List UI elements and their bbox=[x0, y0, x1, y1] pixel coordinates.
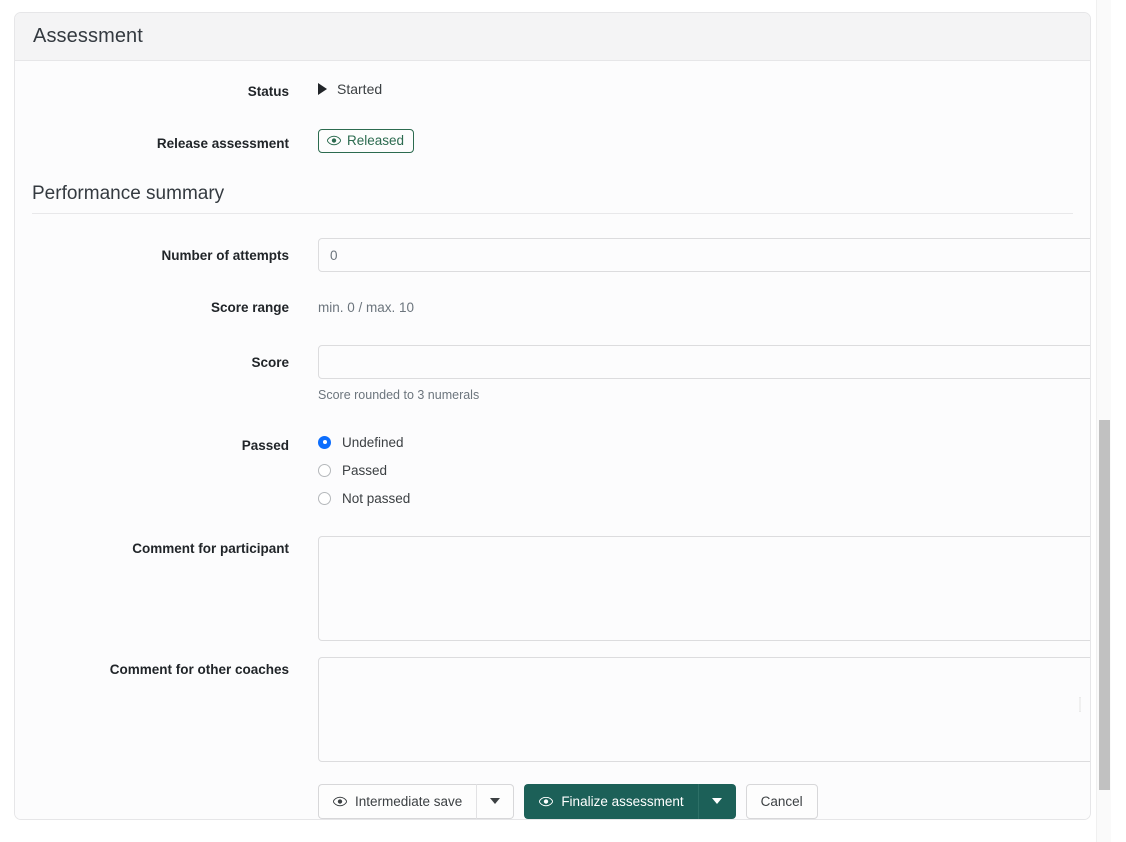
release-assessment-field: Released bbox=[289, 129, 1090, 154]
intermediate-save-dropdown-toggle[interactable] bbox=[476, 784, 514, 819]
eye-icon bbox=[327, 135, 341, 146]
score-range-row: Score range min. 0 / max. 10 bbox=[15, 299, 1090, 317]
comment-for-participant-label: Comment for participant bbox=[15, 536, 289, 558]
comment-for-participant-textarea[interactable] bbox=[318, 536, 1091, 641]
comment-for-participant-row: Comment for participant bbox=[15, 536, 1090, 641]
radio-indicator[interactable] bbox=[318, 492, 331, 505]
release-assessment-row: Release assessment Released bbox=[15, 129, 1090, 154]
resize-handle-icon[interactable] bbox=[1090, 626, 1091, 639]
passed-radio-group: Undefined Passed Not passed bbox=[318, 435, 1090, 506]
performance-summary-heading: Performance summary bbox=[32, 183, 1073, 214]
comment-for-other-coaches-label: Comment for other coaches bbox=[15, 657, 289, 679]
number-of-attempts-input[interactable] bbox=[318, 238, 1091, 272]
score-field: Score rounded to 3 numerals bbox=[289, 345, 1091, 402]
card-body: Status Started Release assessment bbox=[15, 61, 1090, 820]
action-bar: Intermediate save bbox=[318, 784, 1090, 819]
status-badge-label: Released bbox=[347, 133, 404, 150]
text-cursor-icon bbox=[1079, 697, 1081, 712]
assessment-card: Assessment Status Started Release assess… bbox=[14, 12, 1091, 820]
status-text: Started bbox=[337, 81, 382, 97]
finalize-assessment-label: Finalize assessment bbox=[561, 794, 683, 809]
finalize-assessment-dropdown-toggle[interactable] bbox=[698, 784, 736, 819]
radio-option-label: Not passed bbox=[342, 491, 410, 506]
score-input[interactable] bbox=[318, 345, 1091, 379]
score-range-label: Score range bbox=[15, 299, 289, 317]
score-hint: Score rounded to 3 numerals bbox=[318, 388, 1091, 402]
action-bar-field: Intermediate save bbox=[289, 784, 1090, 819]
comment-for-other-coaches-field bbox=[289, 657, 1091, 762]
resize-handle-icon[interactable] bbox=[1090, 747, 1091, 760]
status-row: Status Started bbox=[15, 81, 1090, 101]
score-range-field: min. 0 / max. 10 bbox=[289, 299, 1090, 315]
number-of-attempts-row: Number of attempts bbox=[15, 238, 1090, 272]
play-icon bbox=[318, 83, 327, 95]
page-viewport: Assessment Status Started Release assess… bbox=[0, 0, 1111, 842]
radio-option-undefined[interactable]: Undefined bbox=[318, 435, 1090, 450]
eye-icon bbox=[333, 796, 347, 807]
chevron-down-icon bbox=[712, 798, 722, 804]
card-header: Assessment bbox=[15, 13, 1090, 61]
radio-indicator[interactable] bbox=[318, 464, 331, 477]
number-of-attempts-label: Number of attempts bbox=[15, 238, 289, 265]
textarea-wrapper bbox=[318, 657, 1091, 762]
passed-label: Passed bbox=[15, 435, 289, 455]
cancel-button[interactable]: Cancel bbox=[746, 784, 818, 819]
radio-option-label: Undefined bbox=[342, 435, 404, 450]
action-bar-row: Intermediate save bbox=[15, 784, 1090, 819]
eye-icon bbox=[539, 796, 553, 807]
intermediate-save-label: Intermediate save bbox=[355, 794, 462, 809]
score-range-value: min. 0 / max. 10 bbox=[318, 299, 1090, 315]
status-field: Started bbox=[289, 81, 1090, 97]
radio-option-label: Passed bbox=[342, 463, 387, 478]
page-title: Assessment bbox=[33, 25, 143, 48]
radio-indicator[interactable] bbox=[318, 436, 331, 449]
passed-field: Undefined Passed Not passed bbox=[289, 435, 1090, 506]
passed-row: Passed Undefined Passed Not bbox=[15, 435, 1090, 506]
score-label: Score bbox=[15, 345, 289, 372]
textarea-wrapper bbox=[318, 536, 1091, 641]
status-label: Status bbox=[15, 81, 289, 101]
comment-for-other-coaches-textarea[interactable] bbox=[318, 657, 1091, 762]
comment-for-participant-field bbox=[289, 536, 1091, 641]
finalize-assessment-button[interactable]: Finalize assessment bbox=[524, 784, 697, 819]
intermediate-save-button[interactable]: Intermediate save bbox=[318, 784, 476, 819]
chevron-down-icon bbox=[490, 798, 500, 804]
radio-option-passed[interactable]: Passed bbox=[318, 463, 1090, 478]
status-badge-released[interactable]: Released bbox=[318, 129, 414, 154]
vertical-scrollbar-track[interactable] bbox=[1096, 0, 1111, 842]
comment-for-other-coaches-row: Comment for other coaches bbox=[15, 657, 1090, 762]
radio-option-not-passed[interactable]: Not passed bbox=[318, 491, 1090, 506]
number-of-attempts-field bbox=[289, 238, 1091, 272]
finalize-assessment-button-group: Finalize assessment bbox=[524, 784, 735, 819]
score-row: Score Score rounded to 3 numerals bbox=[15, 345, 1090, 402]
intermediate-save-button-group: Intermediate save bbox=[318, 784, 514, 819]
release-assessment-label: Release assessment bbox=[15, 129, 289, 153]
status-value: Started bbox=[318, 81, 1090, 97]
vertical-scrollbar-thumb[interactable] bbox=[1099, 420, 1110, 790]
